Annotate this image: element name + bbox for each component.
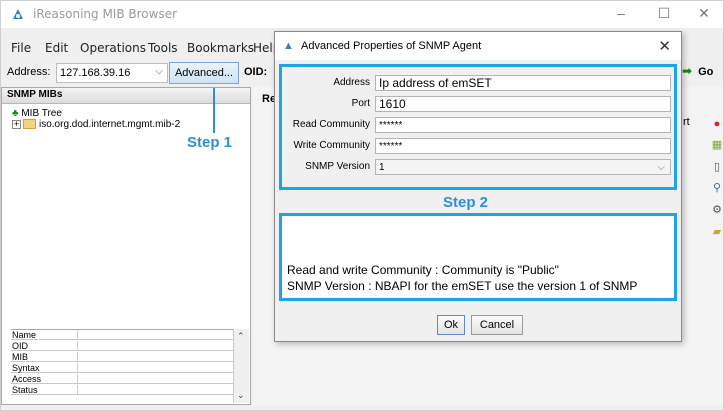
snmp-version-select[interactable]: 1 ⌵ [375,159,671,175]
properties-scrollbar[interactable]: ⌃ ⌄ [233,329,249,403]
ok-button[interactable]: Ok [437,315,465,335]
port-field-label: Port [351,98,370,109]
chevron-down-icon[interactable]: ⌵ [155,66,163,77]
folder-open-icon[interactable]: ▰ [711,226,723,238]
folder-icon [23,119,36,130]
menu-edit[interactable]: Edit [45,41,68,55]
property-name: Access [12,374,42,384]
address-value: 127.168.39.16 [60,67,131,79]
minimize-button[interactable]: – [611,5,631,23]
chevron-down-icon[interactable]: ⌵ [657,160,665,175]
port-field[interactable]: 1610 [375,96,671,112]
maximize-button[interactable]: ☐ [654,5,674,23]
green-arrow-icon: ➡ [682,64,693,78]
table-row: Name [11,330,233,340]
dialog-title: Advanced Properties of SNMP Agent [301,40,482,52]
chevron-down-icon[interactable]: ⌄ [237,390,245,401]
close-window-button[interactable]: ✕ [694,5,714,23]
menu-operations[interactable]: Operations [80,41,146,55]
property-name: Status [12,385,38,395]
table-row: OID [11,341,233,351]
page-icon[interactable]: ▯ [711,161,723,173]
menu-bookmarks[interactable]: Bookmarks [187,41,254,55]
tree-icon: ♣ [12,108,19,119]
address-combo[interactable]: 127.168.39.16 ⌵ [56,63,168,83]
snmp-version-label: SNMP Version [305,161,370,172]
oid-label: OID: [244,66,268,78]
tree-node-mib2[interactable]: + iso.org.dod.internet.mgmt.mib-2 [12,119,180,130]
read-community-field[interactable]: ****** [375,117,671,133]
property-name: Name [12,330,37,340]
table-row: Access [11,374,233,384]
step2-annotation: Step 2 [443,194,489,211]
note-community: Read and write Community : Community is … [287,263,559,277]
go-label: Go [698,66,714,78]
tree-root[interactable]: ♣ MIB Tree [12,108,62,119]
property-name: OID [12,341,29,351]
dialog-title-bar: ▲ Advanced Properties of SNMP Agent ✕ [275,32,681,60]
go-button[interactable]: ➡ Go [682,64,713,78]
menu-tools[interactable]: Tools [148,41,178,55]
step1-annotation: Step 1 [187,134,233,151]
app-icon [11,7,25,21]
note-snmp-version: SNMP Version : NBAPI for the emSET use t… [287,279,638,293]
menu-file[interactable]: File [11,41,31,55]
snmp-browser-icon: ▲ [283,40,294,52]
title-bar: iReasoning MIB Browser – ☐ ✕ [1,1,723,28]
advanced-properties-dialog: ▲ Advanced Properties of SNMP Agent ✕ Ad… [274,31,682,342]
property-name: MIB [12,352,29,362]
search-icon[interactable]: ⚲ [711,182,723,194]
advanced-button[interactable]: Advanced... [169,62,239,84]
tree-root-label: MIB Tree [21,108,62,119]
step1-pointer-line [213,88,215,133]
stop-icon[interactable]: ● [711,118,723,130]
address-label: Address: [7,66,51,78]
close-icon[interactable]: ✕ [658,37,671,55]
properties-table: Name OID MIB Syntax Access Status [11,329,249,403]
write-community-field[interactable]: ****** [375,138,671,154]
tools-icon[interactable]: ⚙ [711,204,723,216]
table-row: MIB [11,352,233,362]
chevron-up-icon[interactable]: ⌃ [237,331,245,342]
cancel-button[interactable]: Cancel [471,315,523,335]
table-row: Syntax [11,363,233,373]
window-title: iReasoning MIB Browser [33,7,178,21]
agent-address-field[interactable]: Ip address of emSET [375,75,671,91]
property-name: Syntax [12,363,40,373]
address-field-label: Address [333,77,370,88]
tree-node-label: iso.org.dod.internet.mgmt.mib-2 [39,119,181,130]
read-community-label: Read Community [292,119,370,130]
write-community-label: Write Community [293,140,371,151]
snmp-version-value: 1 [379,162,385,173]
expand-icon[interactable]: + [12,119,21,129]
table-icon[interactable]: ▦ [711,139,723,151]
tab-fragment[interactable]: rt [683,116,690,128]
table-row: Status [11,385,233,395]
